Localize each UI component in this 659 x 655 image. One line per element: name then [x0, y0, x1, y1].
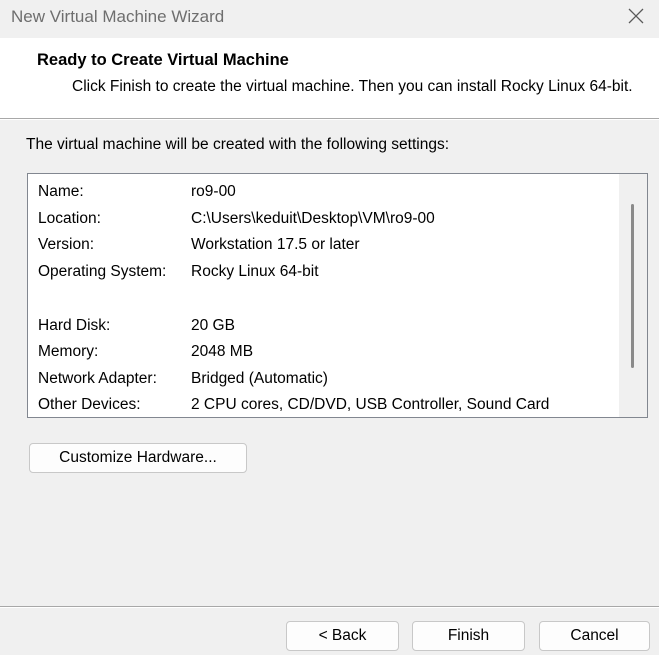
setting-label: Operating System: [38, 263, 167, 280]
back-button[interactable]: < Back [286, 621, 399, 651]
setting-label: Name: [38, 183, 84, 200]
page-description: Click Finish to create the virtual machi… [72, 78, 633, 95]
settings-summary-list[interactable]: Name: ro9-00 Location: C:\Users\keduit\D… [27, 173, 648, 418]
setting-label: Hard Disk: [38, 317, 111, 334]
wizard-header: Ready to Create Virtual Machine Click Fi… [0, 38, 659, 118]
setting-label: Memory: [38, 343, 99, 360]
window-title: New Virtual Machine Wizard [11, 7, 225, 26]
intro-text: The virtual machine will be created with… [26, 136, 450, 153]
vertical-scrollbar[interactable] [619, 174, 647, 417]
setting-value: 20 GB [191, 317, 235, 334]
customize-hardware-button[interactable]: Customize Hardware... [29, 443, 247, 473]
close-button[interactable] [613, 0, 659, 32]
finish-button[interactable]: Finish [412, 621, 525, 651]
footer-divider-highlight [0, 607, 659, 608]
close-icon [628, 8, 644, 24]
setting-label: Version: [38, 236, 95, 253]
title-bar: New Virtual Machine Wizard [0, 0, 659, 38]
setting-value: Rocky Linux 64-bit [191, 263, 319, 280]
setting-label: Location: [38, 210, 101, 227]
cancel-button[interactable]: Cancel [539, 621, 650, 651]
setting-value: Bridged (Automatic) [191, 370, 328, 387]
setting-value: C:\Users\keduit\Desktop\VM\ro9-00 [191, 210, 435, 227]
setting-label: Other Devices: [38, 396, 141, 413]
setting-value: 2 CPU cores, CD/DVD, USB Controller, Sou… [191, 396, 550, 413]
setting-label: Network Adapter: [38, 370, 157, 387]
header-divider-highlight [0, 119, 659, 120]
scrollbar-thumb[interactable] [631, 204, 634, 368]
setting-value: Workstation 17.5 or later [191, 236, 360, 253]
setting-value: 2048 MB [191, 343, 254, 360]
setting-value: ro9-00 [191, 183, 236, 200]
page-title: Ready to Create Virtual Machine [37, 51, 289, 69]
